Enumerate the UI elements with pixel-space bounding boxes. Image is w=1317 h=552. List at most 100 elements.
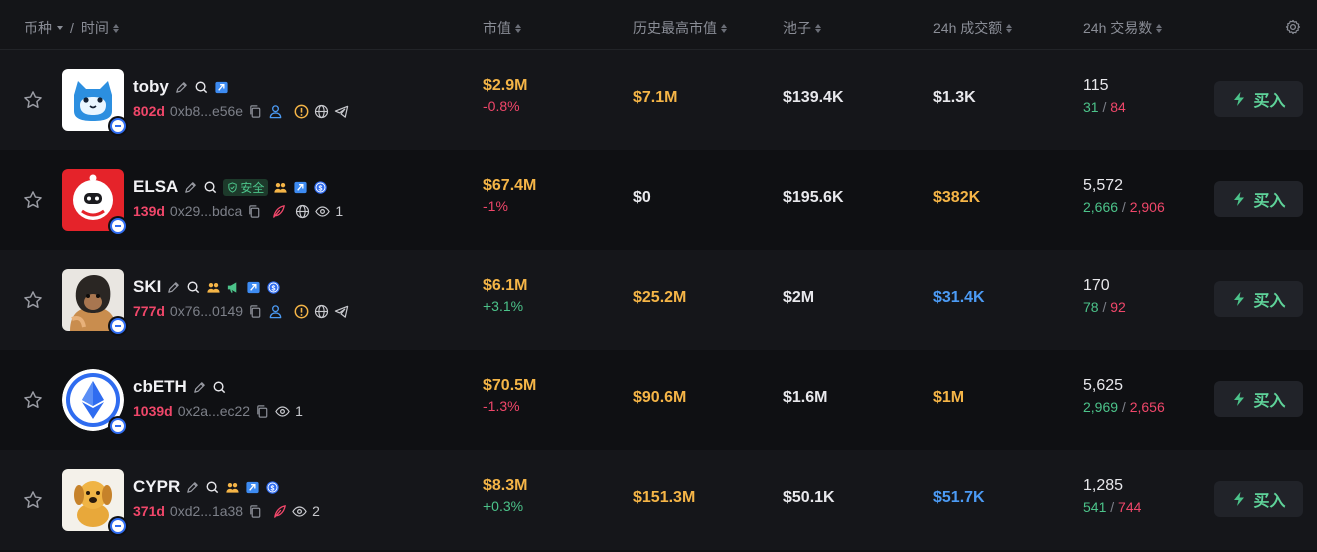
sell-count: 92	[1110, 299, 1126, 315]
lightning-icon	[1231, 91, 1247, 107]
table-row[interactable]: ELSA 安全 139d 0x29...bdca 1 $67.4M -1% $0…	[0, 150, 1317, 250]
sort-icon[interactable]	[1156, 23, 1163, 33]
globe-icon[interactable]	[295, 204, 310, 219]
time-column-label[interactable]: 时间	[81, 18, 109, 38]
sell-count: 744	[1118, 499, 1142, 515]
market-cap: $70.5M -1.3%	[483, 377, 536, 414]
dollar-icon[interactable]	[266, 280, 281, 295]
token-name[interactable]: ELSA	[133, 177, 178, 197]
globe-icon[interactable]	[314, 304, 329, 319]
header-separator: /	[70, 20, 74, 36]
pool-column-header[interactable]: 池子	[783, 18, 821, 38]
x-link-icon[interactable]	[293, 180, 308, 195]
token-name[interactable]: cbETH	[133, 377, 187, 397]
x-link-icon[interactable]	[245, 480, 260, 495]
market-cap: $6.1M +3.1%	[483, 277, 527, 314]
shield-icon	[227, 182, 238, 193]
pool-value: $2M	[783, 289, 815, 306]
search-icon[interactable]	[186, 280, 201, 295]
table-row[interactable]: toby 802d 0xb8...e56e $2.9M -0.8% $7.1M …	[0, 50, 1317, 150]
coin-column-label[interactable]: 币种	[24, 18, 52, 38]
warning-icon[interactable]	[294, 304, 309, 319]
pool-value: $50.1K	[783, 489, 835, 506]
telegram-icon[interactable]	[334, 104, 349, 119]
table-row[interactable]: SKI 777d 0x76...0149 $6.1M +3.1% $25.2M …	[0, 250, 1317, 350]
search-icon[interactable]	[205, 480, 220, 495]
buy-button[interactable]: 买入	[1214, 381, 1303, 417]
person-icon[interactable]	[268, 104, 283, 119]
feather-icon[interactable]	[271, 204, 286, 219]
pen-icon[interactable]	[192, 380, 207, 395]
copy-icon[interactable]	[248, 304, 263, 319]
search-icon[interactable]	[194, 80, 209, 95]
x-link-icon[interactable]	[214, 80, 229, 95]
token-age: 1039d	[133, 403, 173, 419]
warning-icon[interactable]	[294, 104, 309, 119]
views-count: 2	[312, 503, 320, 519]
gear-icon[interactable]	[1285, 19, 1301, 35]
txs-24h: 5,625 2,969 / 2,656	[1083, 377, 1165, 415]
x-link-icon[interactable]	[246, 280, 261, 295]
ath-column-header[interactable]: 历史最高市值	[633, 18, 727, 38]
safe-badge-label: 安全	[240, 180, 265, 195]
search-icon[interactable]	[203, 180, 218, 195]
feather-icon[interactable]	[272, 504, 287, 519]
sort-icon[interactable]	[721, 23, 727, 33]
telegram-icon[interactable]	[334, 304, 349, 319]
ath-market-cap: $151.3M	[633, 489, 696, 506]
pen-icon[interactable]	[185, 480, 200, 495]
sort-icon[interactable]	[112, 23, 119, 33]
ath-market-cap: $25.2M	[633, 289, 687, 306]
dollar-icon[interactable]	[313, 180, 328, 195]
sell-count: 2,656	[1129, 399, 1165, 415]
lightning-icon	[1231, 491, 1247, 507]
megaphone-icon[interactable]	[226, 280, 241, 295]
views-count: 1	[335, 203, 344, 219]
volume-column-header[interactable]: 24h 成交额	[933, 18, 1013, 38]
users-icon[interactable]	[273, 180, 288, 195]
contract-address: 0x2a...ec22	[177, 403, 251, 419]
sort-icon[interactable]	[515, 23, 521, 33]
lightning-icon	[1231, 191, 1247, 207]
pen-icon[interactable]	[174, 80, 189, 95]
table-row[interactable]: CYPR 371d 0xd2...1a38 2 $8.3M +0.3% $151…	[0, 450, 1317, 550]
pen-icon[interactable]	[166, 280, 181, 295]
users-icon[interactable]	[206, 280, 221, 295]
person-icon[interactable]	[268, 304, 283, 319]
star-icon[interactable]	[22, 489, 44, 511]
dollar-icon[interactable]	[265, 480, 280, 495]
volume-24h: $51.7K	[933, 489, 985, 506]
sort-icon[interactable]	[1006, 23, 1013, 33]
table-row[interactable]: cbETH 1039d 0x2a...ec22 1 $70.5M -1.3% $…	[0, 350, 1317, 450]
sort-icon[interactable]	[815, 23, 821, 33]
token-name[interactable]: toby	[133, 77, 169, 97]
search-icon[interactable]	[212, 380, 227, 395]
copy-icon[interactable]	[248, 504, 263, 519]
sell-count: 2,906	[1129, 199, 1165, 215]
star-icon[interactable]	[22, 389, 44, 411]
buy-button[interactable]: 买入	[1214, 481, 1303, 517]
copy-icon[interactable]	[255, 404, 270, 419]
copy-icon[interactable]	[248, 104, 263, 119]
buy-button[interactable]: 买入	[1214, 81, 1303, 117]
chevron-down-icon[interactable]	[57, 26, 63, 30]
mcap-column-header[interactable]: 市值	[483, 18, 521, 38]
pen-icon[interactable]	[183, 180, 198, 195]
txs-column-label: 24h 交易数	[1083, 20, 1153, 36]
globe-icon[interactable]	[314, 104, 329, 119]
txs-24h: 115 31 / 84	[1083, 77, 1126, 115]
buy-button-label: 买入	[1253, 393, 1286, 410]
token-name[interactable]: SKI	[133, 277, 161, 297]
token-name[interactable]: CYPR	[133, 477, 180, 497]
coin-time-sort[interactable]: 币种 / 时间	[24, 18, 119, 38]
star-icon[interactable]	[22, 89, 44, 111]
volume-24h: $31.4K	[933, 289, 985, 306]
copy-icon[interactable]	[247, 204, 262, 219]
users-icon[interactable]	[225, 480, 240, 495]
star-icon[interactable]	[22, 189, 44, 211]
star-icon[interactable]	[22, 289, 44, 311]
buy-button[interactable]: 买入	[1214, 281, 1303, 317]
token-age: 777d	[133, 303, 165, 319]
txs-column-header[interactable]: 24h 交易数	[1083, 18, 1163, 38]
buy-button[interactable]: 买入	[1214, 181, 1303, 217]
